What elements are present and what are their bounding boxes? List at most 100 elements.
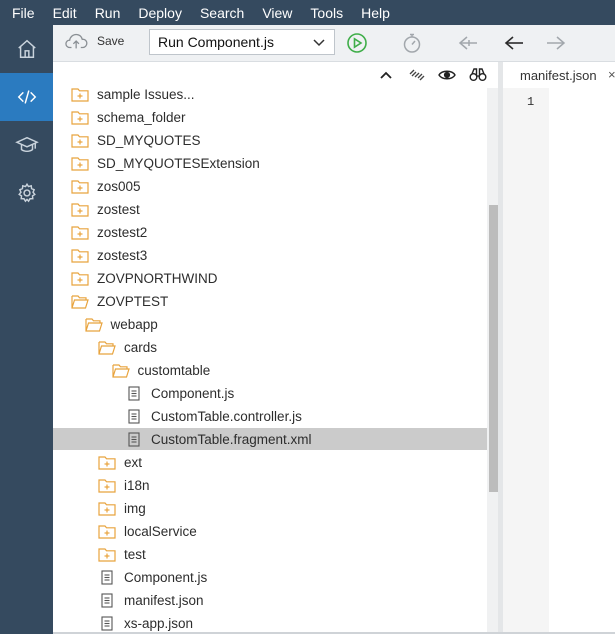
collapse-button[interactable]	[377, 66, 395, 84]
tree-folder-row[interactable]: ZOVPNORTHWIND	[53, 267, 488, 289]
save-button[interactable]: Save	[65, 31, 124, 51]
tree-folder-row[interactable]: cards	[53, 336, 488, 358]
binoculars-button[interactable]	[469, 66, 487, 84]
file-icon	[101, 615, 113, 631]
tree-folder-row[interactable]: SD_MYQUOTESExtension	[53, 152, 488, 174]
tree-row-icon	[125, 385, 143, 401]
tree-row-icon	[98, 569, 116, 585]
folder-closed-icon	[98, 478, 116, 493]
menu-search[interactable]: Search	[200, 5, 244, 21]
link-editor-button[interactable]	[408, 66, 426, 84]
tree-row-label: ZOVPTEST	[97, 293, 169, 309]
tree-folder-row[interactable]: i18n	[53, 474, 488, 496]
editor-code-area[interactable]	[549, 88, 615, 634]
run-button[interactable]	[345, 31, 369, 55]
editor-gutter: 1	[503, 88, 549, 634]
menu-file[interactable]: File	[12, 5, 35, 21]
play-circle-icon	[347, 33, 367, 53]
tree-row-label: xs-app.json	[124, 615, 194, 631]
tree-folder-row[interactable]: webapp	[53, 313, 488, 335]
menu-tools[interactable]: Tools	[310, 5, 343, 21]
code-icon	[17, 90, 36, 104]
arrow-right-icon	[547, 36, 566, 50]
tree-row-label: i18n	[124, 477, 150, 493]
folder-closed-icon	[71, 202, 89, 217]
file-icon	[128, 431, 140, 447]
tree-folder-row[interactable]: sample Issues...	[53, 88, 488, 105]
tree-file-row[interactable]: Component.js	[53, 382, 488, 404]
left-rail	[0, 25, 53, 634]
folder-closed-icon	[71, 110, 89, 125]
stopwatch-icon	[403, 33, 421, 53]
folder-closed-icon	[98, 524, 116, 539]
tree-file-row[interactable]: CustomTable.fragment.xml	[53, 428, 488, 450]
tree-row-icon	[98, 546, 116, 562]
tree-row-label: manifest.json	[124, 592, 204, 608]
tree-folder-row[interactable]: ext	[53, 451, 488, 473]
tree-file-row[interactable]: CustomTable.controller.js	[53, 405, 488, 427]
tree-row-label: zos005	[97, 178, 141, 194]
tree-row-label: zostest2	[97, 224, 148, 240]
binoculars-icon	[469, 68, 487, 81]
tree-file-row[interactable]: xs-app.json	[53, 612, 488, 634]
close-icon[interactable]: ×	[608, 67, 615, 82]
tree-folder-row[interactable]: zostest2	[53, 221, 488, 243]
tree-row-label: SD_MYQUOTES	[97, 132, 201, 148]
show-hidden-files-button[interactable]	[438, 66, 456, 84]
tree-row-label: CustomTable.controller.js	[151, 408, 302, 424]
editor-tab-bar: manifest.json ×	[503, 62, 615, 89]
tree-row-icon	[71, 109, 89, 125]
gear-icon	[17, 182, 36, 203]
tree-file-row[interactable]: manifest.json	[53, 589, 488, 611]
folder-closed-icon	[98, 547, 116, 562]
tree-folder-row[interactable]: customtable	[53, 359, 488, 381]
tree-file-row[interactable]: Component.js	[53, 566, 488, 588]
tree-scrollbar-thumb[interactable]	[489, 205, 498, 492]
tree-row-icon	[98, 523, 116, 539]
file-icon	[128, 408, 140, 424]
navigate-last-edit-button[interactable]	[456, 31, 480, 55]
file-tree: sample Issues... schema_folder SD_MYQUOTES…	[53, 88, 488, 634]
tree-row-label: CustomTable.fragment.xml	[151, 431, 312, 447]
run-configuration-select[interactable]: Run Component.js	[149, 29, 335, 55]
tree-row-icon	[84, 316, 103, 332]
navigate-back-button[interactable]	[502, 31, 526, 55]
tree-folder-row[interactable]: SD_MYQUOTES	[53, 129, 488, 151]
rail-settings-button[interactable]	[0, 169, 53, 217]
tree-folder-row[interactable]: test	[53, 543, 488, 565]
rail-code-button[interactable]	[0, 73, 53, 121]
tree-row-label: localService	[124, 523, 197, 539]
tab-manifest-json[interactable]: manifest.json	[520, 68, 597, 83]
tree-row-label: customtable	[137, 362, 211, 378]
tree-folder-row[interactable]: zos005	[53, 175, 488, 197]
menu-deploy[interactable]: Deploy	[138, 5, 182, 21]
eye-icon	[438, 70, 456, 80]
cloud-upload-icon	[65, 33, 88, 49]
tree-folder-row[interactable]: img	[53, 497, 488, 519]
tree-row-label: SD_MYQUOTESExtension	[97, 155, 260, 171]
folder-open-icon	[71, 294, 89, 309]
tree-folder-row[interactable]: zostest	[53, 198, 488, 220]
menu-run[interactable]: Run	[95, 5, 121, 21]
navigate-forward-button[interactable]	[544, 31, 568, 55]
tree-folder-row[interactable]: ZOVPTEST	[53, 290, 488, 312]
tree-row-icon	[71, 270, 89, 286]
tree-row-icon	[71, 178, 89, 194]
folder-closed-icon	[71, 225, 89, 240]
tree-folder-row[interactable]: zostest3	[53, 244, 488, 266]
tree-row-label: ZOVPNORTHWIND	[97, 270, 218, 286]
tree-row-label: test	[124, 546, 146, 562]
menu-help[interactable]: Help	[361, 5, 390, 21]
tree-folder-row[interactable]: schema_folder	[53, 106, 488, 128]
folder-closed-icon	[98, 501, 116, 516]
tree-row-label: img	[124, 500, 146, 516]
toolbar: Save Run Component.js	[53, 25, 615, 62]
rail-learn-button[interactable]	[0, 121, 53, 169]
menu-edit[interactable]: Edit	[53, 5, 77, 21]
rail-home-button[interactable]	[0, 25, 53, 73]
menu-view[interactable]: View	[262, 5, 292, 21]
tree-folder-row[interactable]: localService	[53, 520, 488, 542]
tree-row-label: cards	[124, 339, 158, 355]
run-timer-button[interactable]	[400, 31, 424, 55]
tree-row-icon	[98, 454, 116, 470]
